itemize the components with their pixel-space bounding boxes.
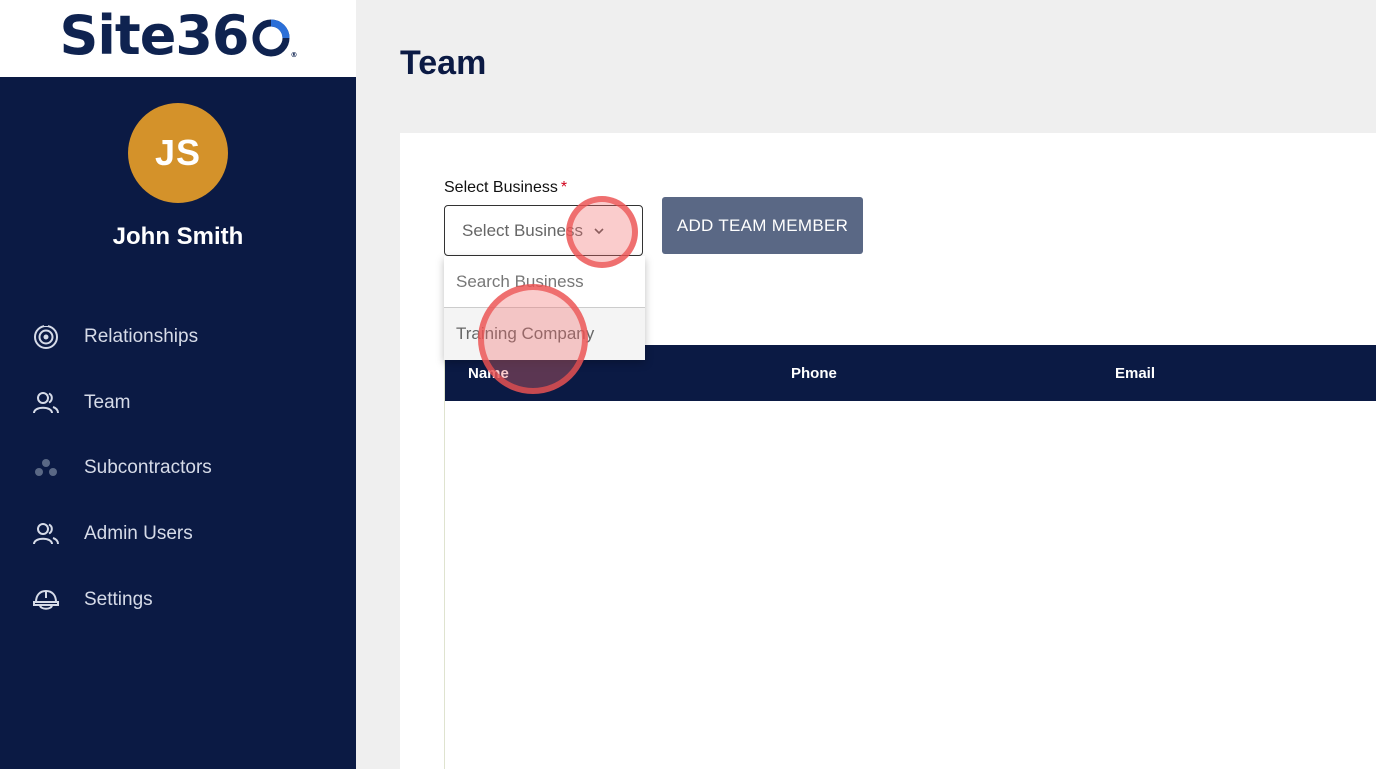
dropdown-option-label: Training Company <box>456 324 595 343</box>
users-icon <box>32 389 60 417</box>
column-header-phone[interactable]: Phone <box>791 365 837 382</box>
sidebar-item-team[interactable]: Team <box>0 383 356 423</box>
dropdown-option-training-company[interactable]: Training Company <box>444 308 645 360</box>
business-select-label-text: Select Business <box>444 179 558 196</box>
site360-logo[interactable]: Site36 ® <box>59 3 298 67</box>
registered-mark: ® <box>290 50 298 59</box>
business-search-input[interactable]: Search Business <box>444 256 645 308</box>
content-card: Select Business * Select Business ADD TEA… <box>400 133 1376 769</box>
business-select-label: Select Business * <box>444 179 567 197</box>
required-asterisk: * <box>560 179 568 196</box>
sidebar-item-label: Admin Users <box>84 523 193 544</box>
add-team-member-button[interactable]: ADD TEAM MEMBER <box>662 197 863 254</box>
sidebar-item-settings[interactable]: Settings <box>0 580 356 620</box>
business-search-placeholder: Search Business <box>456 272 584 291</box>
logo-area: Site36 ® <box>0 0 356 77</box>
subcontractors-icon <box>32 454 60 482</box>
chevron-down-icon[interactable] <box>591 223 607 239</box>
sidebar-item-label: Relationships <box>84 326 199 347</box>
column-header-email[interactable]: Email <box>1115 365 1155 382</box>
users-icon <box>32 520 60 548</box>
page-title: Team <box>400 44 487 82</box>
sidebar: JS John Smith Relationships Team Subcont… <box>0 77 356 769</box>
logo-text: Site36 <box>59 3 250 67</box>
business-dropdown-menu: Search Business Training Company <box>444 256 645 360</box>
business-select[interactable]: Select Business <box>444 205 643 256</box>
relationships-icon <box>32 323 60 351</box>
column-header-name[interactable]: Name <box>468 365 509 382</box>
sidebar-item-relationships[interactable]: Relationships <box>0 317 356 357</box>
business-select-value: Select Business <box>462 221 583 240</box>
sidebar-item-subcontractors[interactable]: Subcontractors <box>0 448 356 488</box>
sidebar-item-admin-users[interactable]: Admin Users <box>0 514 356 554</box>
hardhat-icon <box>32 586 60 614</box>
avatar[interactable]: JS <box>128 103 228 203</box>
logo-ring-icon <box>252 19 289 56</box>
user-name: John Smith <box>112 223 244 250</box>
sidebar-item-label: Team <box>84 392 131 413</box>
sidebar-item-label: Settings <box>84 589 153 610</box>
sidebar-item-label: Subcontractors <box>84 457 212 478</box>
team-table: Name Phone Email <box>444 345 1376 769</box>
